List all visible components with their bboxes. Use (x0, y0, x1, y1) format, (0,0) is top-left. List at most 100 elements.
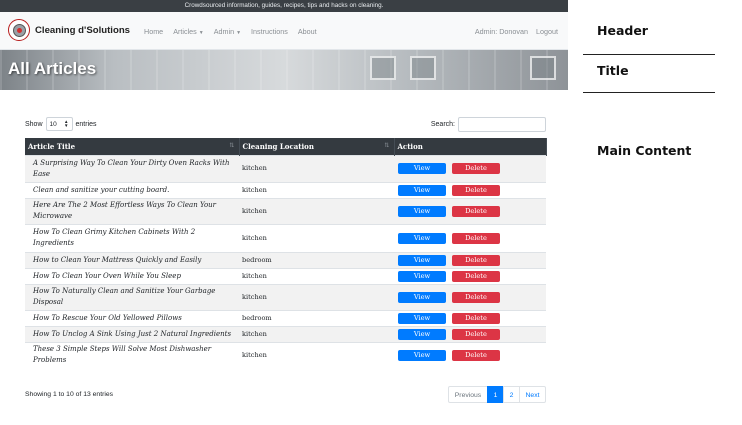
table-row: How To Rescue Your Old Yellowed Pillows b… (25, 309, 546, 326)
brand[interactable]: Cleaning d'Solutions (8, 19, 130, 41)
cleaning-location-cell: kitchen (239, 325, 394, 342)
action-cell: View Delete (394, 154, 546, 182)
hero-banner: All Articles (0, 50, 568, 90)
header-action-label: Action (397, 141, 423, 151)
articles-table: Article Title ⇅ Cleaning Location ⇅ Action… (25, 138, 547, 368)
cleaning-location-cell: kitchen (239, 181, 394, 198)
article-title-cell: How To Clean Grimy Kitchen Cabinets With… (25, 223, 239, 252)
page-title: All Articles (8, 59, 97, 78)
entries-length: Show 10 ▲ ▼ entries (25, 117, 97, 131)
annotation-header: Header (597, 23, 648, 38)
pagination-page-2[interactable]: 2 (503, 386, 520, 403)
search-label: Search: (430, 120, 455, 128)
nav-user[interactable]: Admin: Donovan (475, 27, 528, 36)
brand-name[interactable]: Cleaning d'Solutions (35, 25, 130, 36)
nav-about[interactable]: About (298, 27, 317, 36)
delete-button[interactable]: Delete (452, 184, 500, 196)
view-button[interactable]: View (398, 254, 446, 266)
delete-button[interactable]: Delete (452, 254, 500, 266)
article-title-cell: Here Are The 2 Most Effortless Ways To C… (25, 197, 239, 224)
cleaning-location-cell: kitchen (239, 341, 394, 368)
pagination: Previous 1 2 Next (448, 386, 546, 403)
pagination-next[interactable]: Next (519, 386, 546, 403)
cleaning-location-cell: bedroom (239, 309, 394, 326)
site-screenshot: Crowdsourced information, guides, recipe… (0, 0, 568, 425)
nav-admin-label: Admin (213, 26, 235, 36)
view-button[interactable]: View (398, 270, 446, 282)
table-row: How To Clean Grimy Kitchen Cabinets With… (25, 223, 546, 252)
caret-down-icon: ▼ (198, 29, 204, 36)
view-button[interactable]: View (398, 349, 446, 361)
article-title-cell: How To Clean Your Oven While You Sleep (25, 267, 239, 284)
entries-label: entries (75, 120, 97, 128)
action-cell: View Delete (394, 251, 546, 268)
logo-icon (8, 19, 30, 41)
delete-button[interactable]: Delete (452, 205, 500, 217)
caret-down-icon: ▼ (236, 29, 242, 36)
article-title-cell: How To Naturally Clean and Sanitize Your… (25, 283, 239, 310)
cleaning-location-cell: kitchen (239, 283, 394, 310)
delete-button[interactable]: Delete (452, 232, 500, 244)
table-row: Here Are The 2 Most Effortless Ways To C… (25, 197, 546, 224)
article-title-cell: How To Rescue Your Old Yellowed Pillows (25, 309, 239, 326)
header-article-title[interactable]: Article Title ⇅ (25, 138, 240, 155)
table-header-row: Article Title ⇅ Cleaning Location ⇅ Action (25, 138, 547, 155)
delete-button[interactable]: Delete (452, 349, 500, 361)
action-cell: View Delete (394, 341, 546, 368)
hero-background-shape (530, 56, 556, 80)
header-article-title-label: Article Title (28, 141, 76, 151)
table-row: How To Clean Your Oven While You Sleep ki… (25, 267, 546, 284)
pagination-page-1[interactable]: 1 (487, 386, 504, 403)
search-input[interactable] (458, 116, 546, 132)
annotation-main-content: Main Content (597, 143, 692, 158)
header-cleaning-location-label: Cleaning Location (242, 141, 314, 151)
main-content: Show 10 ▲ ▼ entries Search: Article Title… (25, 116, 547, 403)
table-row: A Surprising Way To Clean Your Dirty Ove… (25, 154, 546, 182)
cleaning-location-cell: kitchen (239, 154, 394, 182)
cleaning-location-cell: bedroom (239, 251, 394, 268)
view-button[interactable]: View (398, 232, 446, 244)
action-cell: View Delete (394, 283, 546, 310)
view-button[interactable]: View (398, 291, 446, 303)
nav-user-area: Admin: Donovan Logout (467, 12, 558, 50)
table-row: How to Clean Your Mattress Quickly and E… (25, 251, 546, 268)
view-button[interactable]: View (398, 184, 446, 196)
entries-select-value: 10 (49, 120, 57, 128)
action-cell: View Delete (394, 309, 546, 326)
nav-home[interactable]: Home (144, 27, 163, 36)
cleaning-location-cell: kitchen (239, 267, 394, 284)
action-cell: View Delete (394, 267, 546, 284)
action-cell: View Delete (394, 223, 546, 252)
nav-instructions[interactable]: Instructions (251, 27, 288, 36)
article-title-cell: How To Unclog A Sink Using Just 2 Natura… (25, 325, 239, 342)
table-row: Clean and sanitize your cutting board. ki… (25, 181, 546, 198)
table-info: Showing 1 to 10 of 13 entries (25, 391, 114, 398)
nav-links: Home Articles ▼ Admin ▼ Instructions About (144, 12, 327, 50)
sort-icon: ⇅ (229, 142, 235, 149)
entries-select[interactable]: 10 ▲ ▼ (45, 117, 73, 131)
delete-button[interactable]: Delete (452, 291, 500, 303)
delete-button[interactable]: Delete (452, 312, 500, 324)
delete-button[interactable]: Delete (452, 328, 500, 340)
delete-button[interactable]: Delete (452, 270, 500, 282)
nav-articles-dropdown[interactable]: Articles ▼ (173, 27, 204, 36)
cleaning-location-cell: kitchen (239, 223, 394, 252)
view-button[interactable]: View (398, 328, 446, 340)
navbar: Cleaning d'Solutions Home Articles ▼ Admi… (0, 12, 568, 50)
view-button[interactable]: View (398, 163, 446, 174)
table-controls: Show 10 ▲ ▼ entries Search: (25, 116, 546, 132)
pagination-previous[interactable]: Previous (448, 386, 488, 403)
table-row: How To Unclog A Sink Using Just 2 Natura… (25, 325, 546, 342)
article-title-cell: These 3 Simple Steps Will Solve Most Dis… (25, 341, 239, 368)
header-action: Action (394, 138, 547, 155)
view-button[interactable]: View (398, 205, 446, 217)
select-arrows-icon: ▲ ▼ (64, 119, 69, 128)
action-cell: View Delete (394, 325, 546, 342)
hero-background-shape (370, 56, 396, 80)
delete-button[interactable]: Delete (452, 163, 500, 174)
view-button[interactable]: View (398, 312, 446, 324)
table-row: How To Naturally Clean and Sanitize Your… (25, 283, 546, 310)
nav-admin-dropdown[interactable]: Admin ▼ (214, 27, 241, 36)
nav-logout[interactable]: Logout (536, 27, 558, 36)
header-cleaning-location[interactable]: Cleaning Location ⇅ (239, 138, 395, 155)
